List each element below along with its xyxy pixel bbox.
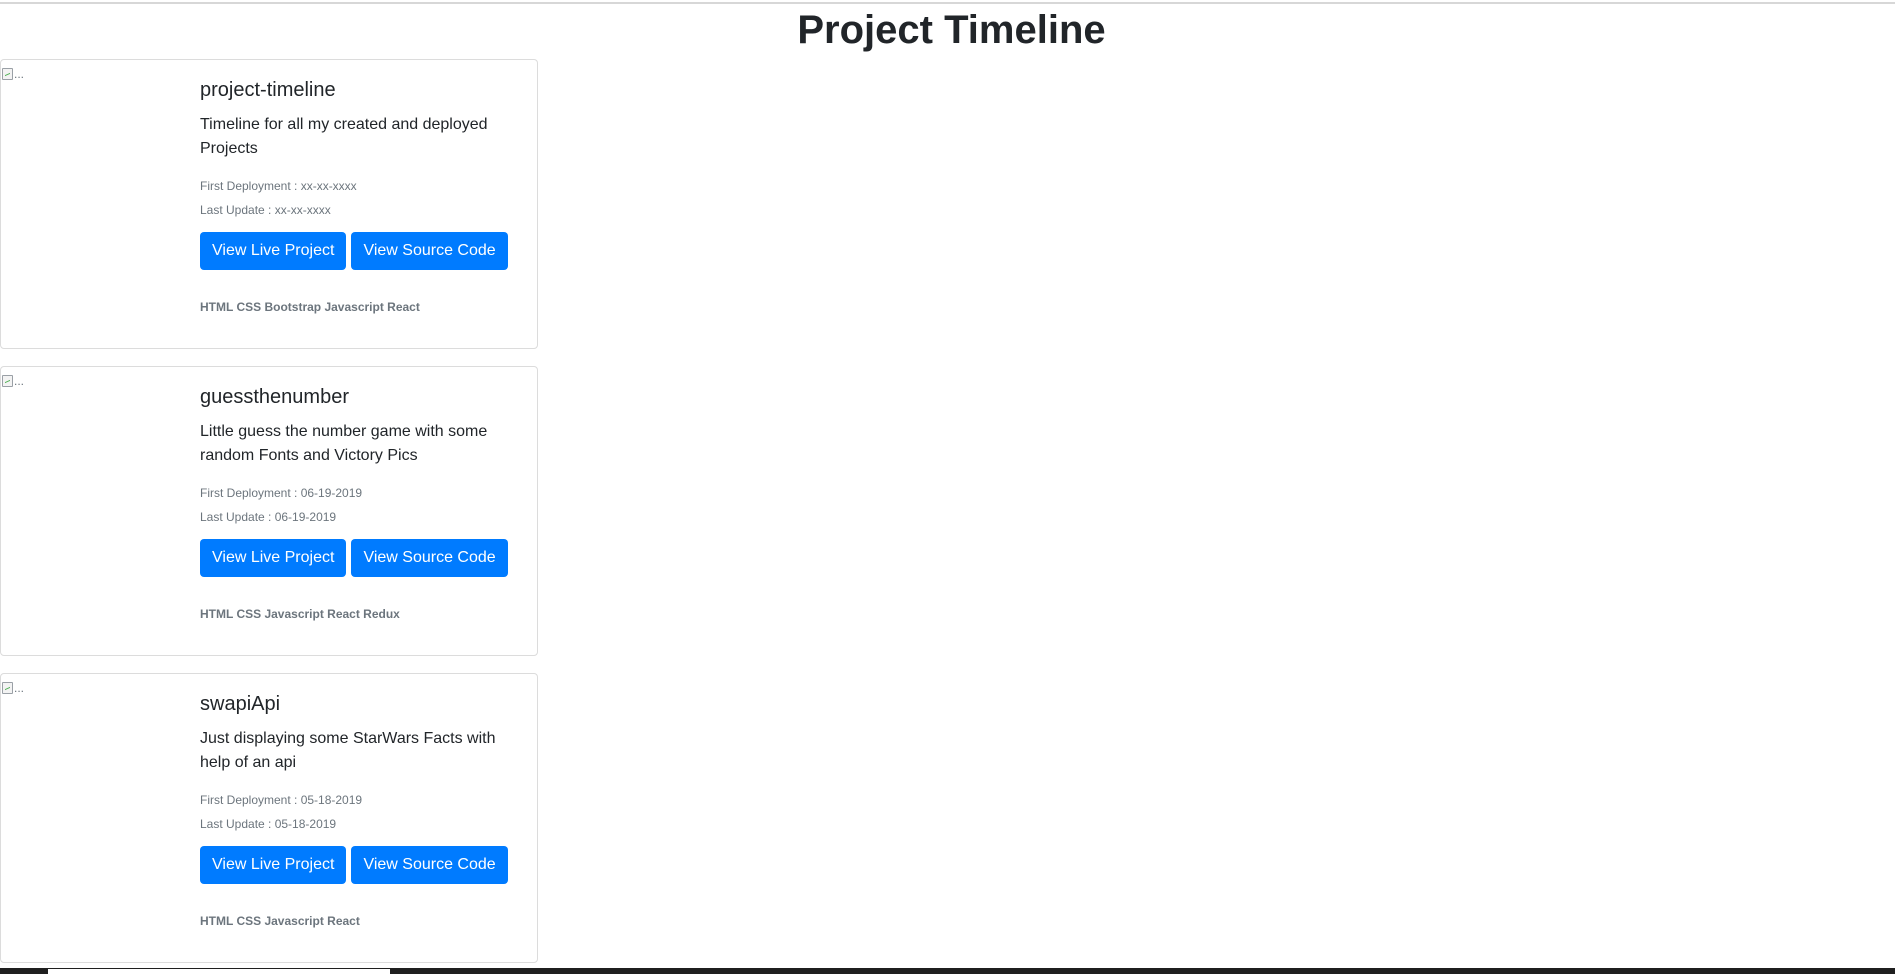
project-title: swapiApi — [200, 693, 281, 715]
top-divider — [0, 2, 1895, 4]
page-title: Project Timeline — [797, 8, 1106, 52]
project-card: ... guessthenumber Little guess the numb… — [0, 366, 538, 656]
tech-stack: HTML CSS Javascript React Redux — [200, 607, 400, 621]
scrollbar-thumb[interactable] — [48, 969, 390, 974]
view-source-code-button[interactable]: View Source Code — [351, 539, 508, 577]
card-body: guessthenumber Little guess the number g… — [200, 385, 520, 622]
project-description: Little guess the number game with some r… — [200, 423, 488, 464]
project-image: ... — [2, 680, 28, 696]
tech-stack: HTML CSS Javascript React — [200, 914, 360, 928]
project-title: guessthenumber — [200, 386, 349, 408]
broken-image-icon — [2, 375, 13, 387]
broken-image-icon — [2, 68, 13, 80]
project-image: ... — [2, 373, 28, 389]
card-body: project-timeline Timeline for all my cre… — [200, 78, 520, 315]
image-alt-text: ... — [14, 67, 25, 81]
card-body: swapiApi Just displaying some StarWars F… — [200, 692, 520, 929]
project-image: ... — [2, 66, 28, 82]
project-card: ... swapiApi Just displaying some StarWa… — [0, 673, 538, 963]
project-card: ... project-timeline Timeline for all my… — [0, 59, 538, 349]
first-deployment: First Deployment : 06-19-2019 — [200, 486, 363, 500]
broken-image-icon — [2, 682, 13, 694]
last-update: Last Update : xx-xx-xxxx — [200, 203, 331, 217]
last-update: Last Update : 05-18-2019 — [200, 817, 337, 831]
view-live-project-button[interactable]: View Live Project — [200, 232, 347, 270]
view-live-project-button[interactable]: View Live Project — [200, 539, 347, 577]
card-actions: View Live Project View Source Code — [200, 539, 520, 577]
tech-stack: HTML CSS Bootstrap Javascript React — [200, 300, 420, 314]
view-live-project-button[interactable]: View Live Project — [200, 846, 347, 884]
view-source-code-button[interactable]: View Source Code — [351, 232, 508, 270]
first-deployment: First Deployment : 05-18-2019 — [200, 793, 363, 807]
image-alt-text: ... — [14, 681, 25, 695]
card-actions: View Live Project View Source Code — [200, 232, 520, 270]
project-description: Timeline for all my created and deployed… — [200, 116, 488, 157]
last-update: Last Update : 06-19-2019 — [200, 510, 337, 524]
project-title: project-timeline — [200, 79, 336, 101]
view-source-code-button[interactable]: View Source Code — [351, 846, 508, 884]
project-description: Just displaying some StarWars Facts with… — [200, 730, 496, 771]
first-deployment: First Deployment : xx-xx-xxxx — [200, 179, 357, 193]
card-actions: View Live Project View Source Code — [200, 846, 520, 884]
image-alt-text: ... — [14, 374, 25, 388]
